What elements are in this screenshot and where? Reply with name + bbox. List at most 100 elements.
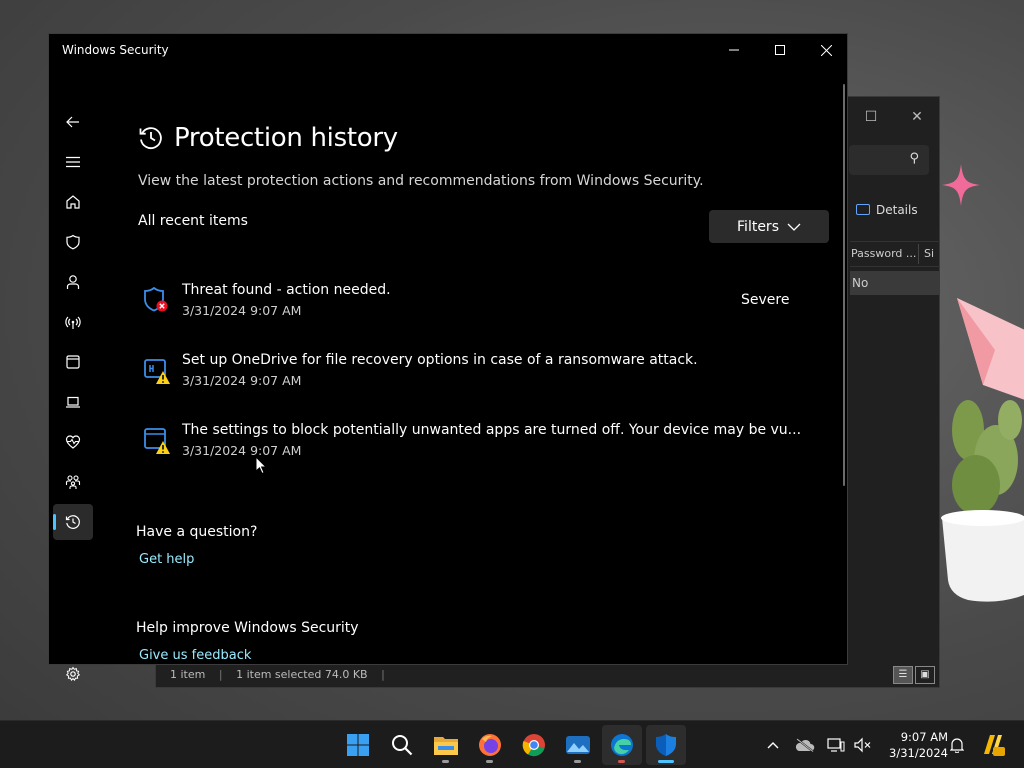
column-header-next[interactable]: Si (924, 242, 934, 266)
status-separator: | (381, 668, 385, 681)
tiles-view-icon[interactable]: ▣ (915, 666, 935, 684)
severity-label: Severe (741, 292, 790, 308)
tray-network[interactable] (824, 721, 848, 768)
taskbar-file-explorer[interactable] (426, 725, 466, 765)
explorer-selected-row[interactable]: No (850, 271, 940, 295)
history-item[interactable]: Threat found - action needed. 3/31/2024 … (142, 282, 822, 332)
history-item-date: 3/31/2024 9:07 AM (182, 303, 302, 318)
app-browser-warning-icon (144, 428, 170, 454)
get-help-link[interactable]: Get help (139, 552, 194, 567)
shield-icon (66, 234, 80, 250)
bell-icon (950, 738, 964, 753)
taskbar-windows-security[interactable] (646, 725, 686, 765)
nav-home[interactable] (53, 184, 93, 220)
column-header-password[interactable]: Password ... (851, 242, 916, 266)
taskbar-start[interactable] (338, 725, 378, 765)
search-icon: ⚲ (909, 151, 919, 166)
taskbar-chrome[interactable] (514, 725, 554, 765)
nav-firewall[interactable] (53, 304, 93, 340)
mouse-cursor-icon (255, 456, 267, 475)
volume-muted-icon (854, 737, 871, 753)
explorer-close-icon[interactable]: ✕ (902, 103, 932, 131)
history-item-text: Set up OneDrive for file recovery option… (182, 352, 698, 368)
nav-protection-history[interactable] (53, 504, 93, 540)
minimize-icon (729, 49, 739, 51)
network-icon (827, 738, 845, 752)
maximize-icon (775, 45, 785, 55)
explorer-details-button[interactable]: Details (856, 203, 918, 217)
history-item-date: 3/31/2024 9:07 AM (182, 443, 302, 458)
status-separator: | (218, 668, 223, 681)
explorer-column-header[interactable]: Password ... Si (850, 241, 940, 267)
nav-app-browser-control[interactable] (53, 344, 93, 380)
close-button[interactable] (803, 34, 849, 66)
minimize-button[interactable] (711, 34, 757, 66)
history-item[interactable]: Set up OneDrive for file recovery option… (142, 352, 822, 402)
running-indicator (486, 760, 493, 763)
taskbar-search[interactable] (382, 725, 422, 765)
tray-onedrive[interactable] (792, 721, 818, 768)
laptop-icon (66, 396, 80, 408)
page-title-text: Protection history (174, 123, 398, 153)
windows-security-window: Windows Security Protection history View… (48, 33, 848, 681)
clock-time: 9:07 AM (900, 730, 948, 744)
running-indicator (442, 760, 449, 763)
history-item[interactable]: The settings to block potentially unwant… (142, 422, 822, 472)
ransomware-warning-icon (144, 359, 170, 384)
menu-button[interactable] (53, 144, 93, 180)
navigation-pane (49, 66, 97, 681)
copilot-icon (984, 735, 1005, 756)
nav-device-security[interactable] (53, 384, 93, 420)
scrollbar-thumb[interactable] (843, 84, 845, 486)
person-icon (66, 275, 80, 289)
nav-account-protection[interactable] (53, 264, 93, 300)
clock-date: 3/31/2024 (889, 746, 948, 760)
taskbar-edge[interactable] (602, 725, 642, 765)
taskbar-firefox[interactable] (470, 725, 510, 765)
browser-window-icon (66, 355, 80, 369)
folder-icon (434, 737, 458, 755)
tray-volume[interactable] (852, 721, 874, 768)
nav-settings[interactable] (53, 656, 93, 692)
history-item-text: The settings to block potentially unwant… (182, 422, 802, 438)
tray-overflow-button[interactable] (762, 721, 784, 768)
edge-icon (611, 734, 633, 756)
details-view-icon[interactable]: ☰ (893, 666, 913, 684)
photos-icon (566, 736, 590, 754)
active-indicator (658, 760, 674, 763)
maximize-button[interactable] (757, 34, 803, 66)
chevron-down-icon (787, 223, 801, 231)
explorer-view-buttons: ☰ ▣ (891, 662, 935, 684)
status-selection: 1 item selected 74.0 KB (236, 668, 368, 681)
tray-notifications[interactable] (946, 721, 968, 768)
page-title: Protection history (138, 123, 398, 153)
family-icon (65, 475, 81, 489)
filters-label: Filters (737, 218, 779, 235)
explorer-maximize-icon[interactable]: ☐ (856, 103, 886, 131)
taskbar-clock[interactable]: 9:07 AM 3/31/2024 (876, 729, 948, 761)
firefox-icon (479, 734, 501, 756)
explorer-search-box[interactable]: ⚲ (849, 145, 929, 175)
back-button[interactable] (53, 104, 93, 140)
home-icon (66, 195, 80, 209)
history-item-date: 3/31/2024 9:07 AM (182, 373, 302, 388)
nav-family-options[interactable] (53, 464, 93, 500)
history-item-text: Threat found - action needed. (182, 282, 391, 298)
nav-virus-protection[interactable] (53, 224, 93, 260)
tray-copilot[interactable] (978, 721, 1008, 768)
chevron-up-icon (767, 742, 779, 749)
page-subtitle: View the latest protection actions and r… (138, 173, 704, 189)
close-icon (820, 44, 832, 56)
history-icon (139, 127, 162, 149)
nav-device-performance[interactable] (53, 424, 93, 460)
taskbar-photos[interactable] (558, 725, 598, 765)
feedback-link[interactable]: Give us feedback (139, 648, 251, 663)
title-bar[interactable]: Windows Security (49, 34, 847, 66)
status-item-count: 1 item (170, 668, 206, 681)
cactus-plant-icon (941, 400, 1024, 602)
taskbar: 9:07 AM 3/31/2024 (0, 720, 1024, 768)
filters-button[interactable]: Filters (709, 210, 829, 243)
window-title: Windows Security (62, 43, 169, 57)
chrome-icon (522, 734, 545, 757)
content-area: Protection history View the latest prote… (136, 66, 836, 666)
